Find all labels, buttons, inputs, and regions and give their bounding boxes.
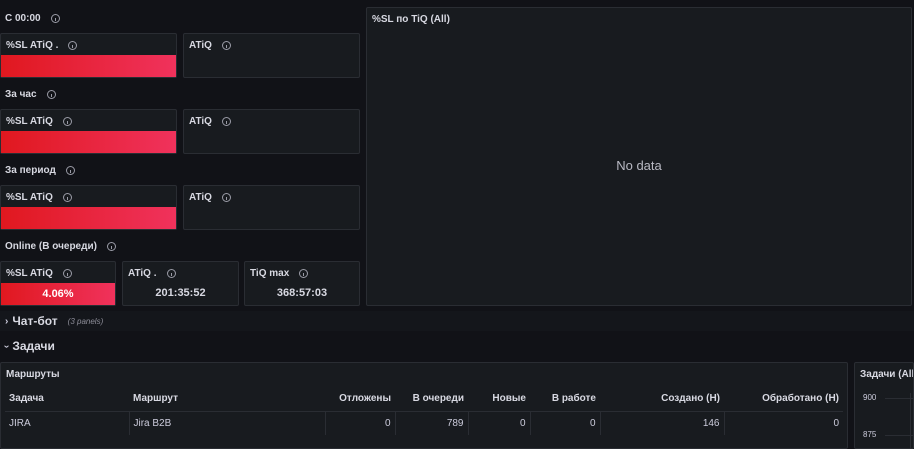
sl-atiq-panel-since-midnight[interactable]: %SL ATiQ . [0,33,177,78]
info-icon[interactable] [68,41,78,50]
y-tick-label: 875 [863,430,877,439]
cell-route: Jira B2B [129,411,326,435]
atiq-panel-per-hour[interactable]: ATiQ [183,109,360,154]
panel-title: ATiQ [189,192,212,203]
sl-bar [1,131,176,153]
panel-title: Задачи (All [860,369,914,380]
row-chat-bot[interactable]: › Чат-бот (3 panels) [5,314,103,328]
atiq-panel-per-period[interactable]: ATiQ [183,185,360,230]
panel-title: ATiQ [189,40,212,51]
column-header-task[interactable]: Задача [5,387,129,412]
info-icon[interactable] [221,41,231,50]
column-header-processed[interactable]: Обработано (Н) [724,387,843,412]
cell-in-progress: 0 [530,411,601,435]
routes-panel[interactable]: Маршруты Задача Маршрут Отложены В очере… [0,362,848,449]
group-title-per-hour: За час [5,89,56,100]
info-icon[interactable] [299,269,309,278]
panel-title: ATiQ [189,116,212,127]
tiq-max-value: 368:57:03 [276,287,328,299]
row-tasks[interactable]: › Задачи [1,339,55,353]
info-icon[interactable] [221,117,231,126]
panel-title: TiQ max [250,268,290,279]
sl-atiq-panel-per-period[interactable]: %SL ATiQ [0,185,177,230]
column-header-route[interactable]: Маршрут [129,387,325,412]
atiq-panel-online[interactable]: ATiQ . 201:35:52 [122,261,239,306]
sl-bar [1,55,176,77]
cell-created: 146 [600,411,725,435]
chevron-right-icon: › [5,315,9,327]
table-header-row: Задача Маршрут Отложены В очереди Новые … [5,387,843,412]
tiq-max-panel[interactable]: TiQ max 368:57:03 [244,261,360,306]
panel-title: ATiQ . [128,268,157,279]
info-icon[interactable] [65,166,75,175]
chevron-down-icon: › [1,344,13,348]
cell-task: JIRA [5,411,130,435]
tasks-chart-panel[interactable]: Задачи (All 900 875 [854,362,914,449]
info-icon[interactable] [46,90,56,99]
gridline [910,393,911,448]
panel-title: %SL ATiQ . [6,40,59,51]
info-icon[interactable] [166,269,176,278]
sl-atiq-panel-per-hour[interactable]: %SL ATiQ [0,109,177,154]
cell-processed: 0 [833,417,839,429]
info-icon[interactable] [106,242,116,251]
sl-value: 4.06% [42,288,74,300]
group-title-online: Online (В очереди) [5,241,116,252]
routes-table: Задача Маршрут Отложены В очереди Новые … [5,387,843,435]
no-data-message: No data [616,158,662,173]
group-title-since-midnight: С 00:00 [5,13,60,24]
column-header-new[interactable]: Новые [468,387,530,412]
cell-in-queue: 789 [395,411,469,435]
sl-by-tiq-panel[interactable]: %SL по TiQ (All) No data [366,7,912,306]
atiq-panel-since-midnight[interactable]: ATiQ [183,33,360,78]
sl-bar [1,207,176,229]
column-header-in-queue[interactable]: В очереди [395,387,468,412]
info-icon[interactable] [62,117,72,126]
table-row[interactable]: JIRA Jira B2B 0 789 0 0 146 0 [5,411,843,435]
panel-title: %SL по TiQ (All) [372,14,450,25]
column-header-in-progress[interactable]: В работе [530,387,600,412]
row-divider [0,311,914,331]
cell-postponed: 0 [325,411,396,435]
atiq-value: 201:35:52 [155,287,206,299]
y-tick-label: 900 [863,393,877,402]
cell-new: 0 [468,411,531,435]
panel-title: %SL ATiQ [6,192,53,203]
info-icon[interactable] [50,14,60,23]
info-icon[interactable] [221,193,231,202]
panel-title: %SL ATiQ [6,116,53,127]
info-icon[interactable] [62,193,72,202]
group-title-per-period: За период [5,165,75,176]
info-icon[interactable] [62,269,72,278]
panel-title: Маршруты [6,369,60,380]
panel-title: %SL ATiQ [6,268,53,279]
sl-atiq-panel-online[interactable]: %SL ATiQ 4.06% [0,261,116,306]
column-header-postponed[interactable]: Отложены [325,387,395,412]
column-header-created[interactable]: Создано (Н) [600,387,724,412]
